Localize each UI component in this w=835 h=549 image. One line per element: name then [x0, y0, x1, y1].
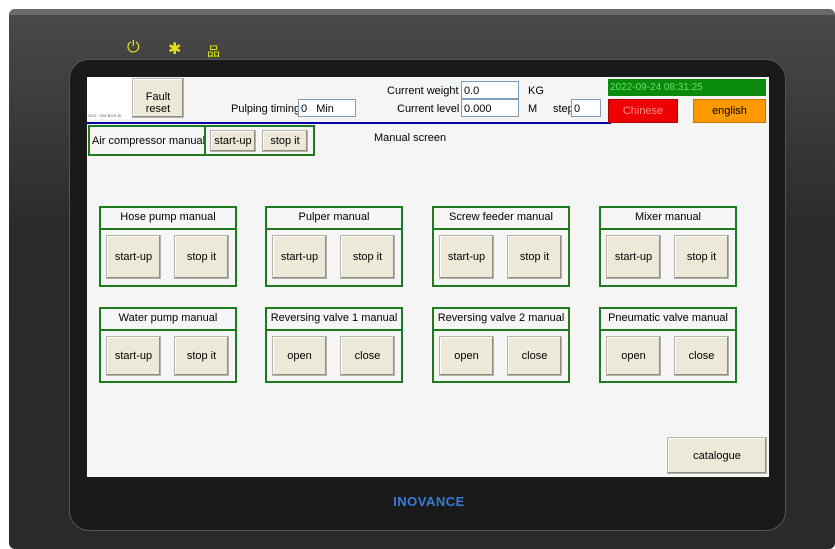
water-pump-start-button[interactable]: start-up: [106, 336, 161, 376]
hose-pump-stop-button[interactable]: stop it: [174, 235, 229, 279]
pulping-timing-label: Pulping timing: [231, 103, 301, 115]
pulping-timing-field[interactable]: 0 Min: [298, 99, 356, 117]
group-header: Pulper manual: [267, 208, 401, 230]
current-weight-field[interactable]: 0.0: [461, 81, 519, 99]
sun-icon: ✱: [168, 41, 182, 58]
reversing-valve-2-close-button[interactable]: close: [507, 336, 562, 376]
pulper-stop-button[interactable]: stop it: [340, 235, 395, 279]
group-title: Reversing valve 1 manual: [270, 312, 398, 324]
air-compressor-start-button[interactable]: start-up: [210, 130, 256, 152]
group-title: Screw feeder manual: [449, 211, 553, 223]
header-divider: [87, 122, 611, 124]
screw-feeder-start-button[interactable]: start-up: [439, 235, 494, 279]
network-icon: 品: [207, 44, 221, 59]
group-title: Reversing valve 2 manual: [437, 312, 565, 324]
pneumatic-valve-group: Pneumatic valve manual open close: [599, 307, 737, 383]
air-compressor-divider: [204, 125, 206, 156]
reversing-valve-2-group: Reversing valve 2 manual open close: [432, 307, 570, 383]
group-title: Pneumatic valve manual: [608, 312, 728, 324]
current-weight-unit: KG: [528, 85, 544, 97]
mixer-start-button[interactable]: start-up: [606, 235, 661, 279]
hose-pump-start-button[interactable]: start-up: [106, 235, 161, 279]
pulper-start-button[interactable]: start-up: [272, 235, 327, 279]
group-header: Reversing valve 2 manual: [434, 309, 568, 331]
pneumatic-valve-open-button[interactable]: open: [606, 336, 661, 376]
group-title: Pulper manual: [298, 211, 370, 223]
brand-logo: INOVANCE: [393, 494, 465, 509]
fault-reset-button[interactable]: Fault reset: [132, 78, 184, 118]
catalogue-button[interactable]: catalogue: [667, 437, 767, 474]
chinese-button[interactable]: Chinese: [608, 99, 678, 123]
current-weight-label: Current weight: [387, 85, 459, 97]
group-header: Mixer manual: [601, 208, 735, 230]
water-pump-group: Water pump manual start-up stop it: [99, 307, 237, 383]
screw-feeder-group: Screw feeder manual start-up stop it: [432, 206, 570, 287]
current-level-field[interactable]: 0.000: [461, 99, 519, 117]
step-field[interactable]: 0: [571, 99, 601, 117]
logo-text: SCD - DW BOX W: [88, 113, 122, 118]
hose-pump-group: Hose pump manual start-up stop it: [99, 206, 237, 287]
group-header: Hose pump manual: [101, 208, 235, 230]
water-pump-stop-button[interactable]: stop it: [174, 336, 229, 376]
reversing-valve-1-close-button[interactable]: close: [340, 336, 395, 376]
current-level-unit: M: [528, 103, 538, 115]
device-top-edge: [9, 9, 835, 15]
group-title: Water pump manual: [118, 312, 218, 324]
page-title: Manual screen: [374, 132, 447, 144]
group-header: Reversing valve 1 manual: [267, 309, 401, 331]
air-compressor-group: Air compressor manual start-up stop it: [88, 125, 315, 156]
pneumatic-valve-close-button[interactable]: close: [674, 336, 729, 376]
group-title: Mixer manual: [634, 211, 702, 223]
english-button[interactable]: english: [693, 99, 766, 123]
air-compressor-stop-button[interactable]: stop it: [262, 130, 308, 152]
logo-area: SCD - DW BOX W: [87, 77, 132, 119]
current-level-label: Current level: [397, 103, 460, 115]
datetime-display: 2022-09-24 08:31:25: [608, 79, 766, 96]
screw-feeder-stop-button[interactable]: stop it: [507, 235, 562, 279]
reversing-valve-2-open-button[interactable]: open: [439, 336, 494, 376]
group-title: Hose pump manual: [120, 211, 216, 223]
pulping-timing-unit: Min: [316, 103, 334, 115]
air-compressor-label: Air compressor manual: [92, 135, 206, 147]
power-icon: ⏻: [127, 39, 140, 56]
reversing-valve-1-group: Reversing valve 1 manual open close: [265, 307, 403, 383]
group-header: Pneumatic valve manual: [601, 309, 735, 331]
reversing-valve-1-open-button[interactable]: open: [272, 336, 327, 376]
mixer-stop-button[interactable]: stop it: [674, 235, 729, 279]
group-header: Screw feeder manual: [434, 208, 568, 230]
pulping-timing-value: 0: [301, 103, 308, 115]
group-header: Water pump manual: [101, 309, 235, 331]
mixer-group: Mixer manual start-up stop it: [599, 206, 737, 287]
pulper-group: Pulper manual start-up stop it: [265, 206, 403, 287]
hmi-screen: SCD - DW BOX W Fault reset Pulping timin…: [87, 77, 769, 477]
